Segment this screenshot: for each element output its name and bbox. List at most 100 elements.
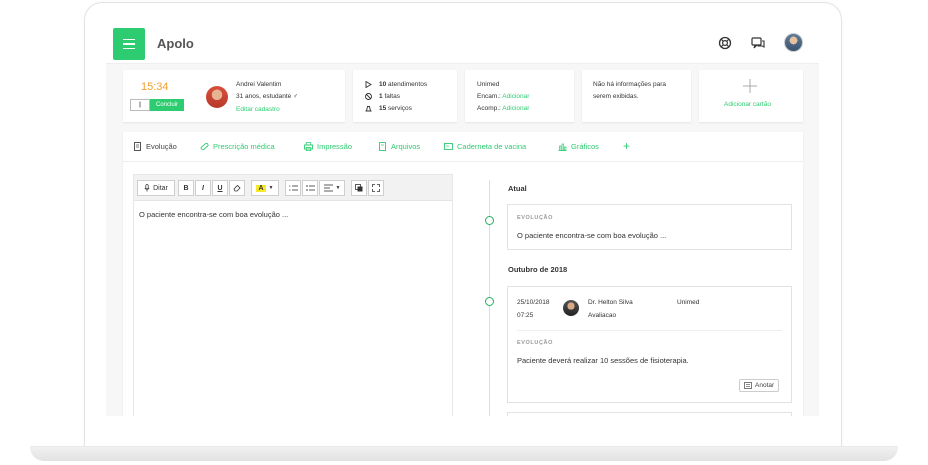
encam-add-link[interactable]: Adicionar (502, 93, 529, 100)
services-icon (365, 106, 372, 112)
highlight-button[interactable]: A ▼ (251, 180, 279, 196)
patient-name: Andrei Valentim (236, 81, 282, 88)
app-screen: Apolo 15:34 || Concluir Andrei Valentim … (106, 20, 819, 416)
files-icon (379, 142, 386, 151)
absences-label: faltas (384, 93, 400, 100)
tab-label: Caderneta de vacina (457, 142, 527, 151)
chevron-down-icon: ▼ (268, 185, 274, 191)
entry-category: Avaliacao (588, 312, 617, 319)
svg-text:2: 2 (289, 188, 291, 192)
editor-content[interactable]: O paciente encontra-se com boa evolução … (139, 210, 288, 219)
insurance-card: Unimed Encam.: Adicionar Acomp.: Adicion… (465, 70, 574, 122)
chevron-down-icon: ▼ (335, 185, 341, 191)
vaccine-card-icon (444, 143, 453, 150)
underline-button[interactable]: U (212, 180, 228, 196)
hamburger-icon-line (123, 43, 135, 45)
entry-date: 25/10/2018 (517, 299, 550, 306)
tab-caderneta[interactable]: Caderneta de vacina (444, 142, 526, 151)
next-entry-card (507, 412, 792, 416)
tab-graficos[interactable]: Gráficos (558, 142, 599, 151)
ordered-list-button[interactable]: 12 (285, 180, 301, 196)
attendances-label: atendimentos (388, 81, 428, 88)
tab-label: Evolução (146, 142, 177, 151)
annotate-label: Anotar (755, 382, 775, 389)
top-bar: Apolo (106, 20, 819, 64)
menu-button[interactable] (113, 28, 145, 60)
fullscreen-button[interactable] (368, 180, 384, 196)
patient-avatar (206, 86, 228, 108)
laptop-base (30, 447, 898, 461)
services-stat: 15 serviços (379, 105, 412, 112)
absences-stat: 1 faltas (379, 93, 400, 100)
tab-prescricao[interactable]: Prescrição médica (200, 142, 275, 151)
conclude-button[interactable]: Concluir (150, 99, 184, 111)
editor-toolbar: Ditar B I U A ▼ 12 ▼ (134, 175, 452, 201)
entry-time: 07:25 (517, 312, 534, 319)
doctor-name: Dr. Helton Silva (588, 299, 633, 306)
services-count: 15 (379, 105, 387, 112)
encam-label: Encam.: (477, 93, 501, 100)
entry-type-label: EVOLUÇÃO (517, 215, 553, 221)
month-heading: Outubro de 2018 (508, 265, 568, 274)
entry-insurance: Unimed (677, 299, 700, 306)
entry-card: 25/10/2018 07:25 Dr. Helton Silva Avalia… (507, 286, 792, 403)
info-card: Não há informações para serem exibidas. (582, 70, 691, 122)
pill-icon (200, 142, 209, 151)
evolution-editor[interactable]: Ditar B I U A ▼ 12 ▼ O paciente encontra… (133, 174, 453, 416)
main-panel: Evolução Prescrição médica Impressão Arq… (123, 132, 803, 416)
tab-label: Arquivos (391, 142, 421, 151)
italic-button[interactable]: I (195, 180, 211, 196)
user-avatar[interactable] (784, 33, 803, 52)
highlight-letter: A (256, 184, 266, 192)
encam-row: Encam.: Adicionar (477, 93, 529, 100)
app-title: Apolo (157, 36, 194, 51)
add-card-button[interactable]: Adicionar cartão (699, 70, 803, 122)
entry-type-label: EVOLUÇÃO (517, 340, 553, 346)
chart-icon (558, 143, 567, 151)
entry-text: Paciente deverá realizar 10 sessões de f… (517, 356, 689, 365)
edit-profile-link[interactable]: Editar cadastro (236, 106, 280, 113)
align-left-icon (323, 184, 333, 192)
bold-button[interactable]: B (178, 180, 194, 196)
pause-button[interactable]: || (130, 99, 150, 111)
services-label: serviços (388, 105, 412, 112)
paste-button[interactable] (351, 180, 367, 196)
tab-evolucao[interactable]: Evolução (133, 142, 177, 151)
attendances-stat: 10 atendimentos (379, 81, 427, 88)
bullet-list-button[interactable] (302, 180, 318, 196)
insurance-name: Unimed (477, 81, 500, 88)
info-text-line2: serem exibidas. (593, 93, 639, 100)
doctor-avatar (563, 300, 579, 316)
session-timer: 15:34 (141, 81, 169, 93)
printer-icon (304, 142, 313, 151)
chat-icon[interactable] (751, 36, 765, 50)
plus-icon (743, 79, 757, 93)
tab-label: Impressão (317, 142, 353, 151)
tab-arquivos[interactable]: Arquivos (378, 142, 420, 151)
tab-bar: Evolução Prescrição médica Impressão Arq… (123, 132, 803, 162)
align-button[interactable]: ▼ (319, 180, 345, 196)
support-icon[interactable] (718, 36, 732, 50)
current-heading: Atual (508, 184, 527, 193)
document-icon (134, 142, 141, 151)
annotate-button[interactable]: Anotar (739, 379, 780, 392)
dictate-button[interactable]: Ditar (137, 180, 175, 196)
eraser-icon (233, 184, 241, 192)
microphone-icon (144, 184, 150, 192)
block-icon (365, 93, 372, 100)
expand-icon (372, 184, 380, 192)
acomp-add-link[interactable]: Adicionar (502, 105, 529, 112)
current-entry-card[interactable]: EVOLUÇÃO O paciente encontra-se com boa … (507, 204, 792, 250)
hamburger-icon-line (123, 47, 135, 50)
eraser-button[interactable] (229, 180, 245, 196)
acomp-label: Acomp.: (477, 105, 501, 112)
timeline-dot (485, 297, 494, 306)
hamburger-icon-line (123, 38, 135, 41)
tab-impressao[interactable]: Impressão (304, 142, 352, 151)
patient-details: 31 anos, estudante ♂ (236, 93, 298, 100)
patient-card: 15:34 || Concluir Andrei Valentim 31 ano… (123, 70, 345, 122)
add-tab-button[interactable]: + (623, 139, 630, 153)
add-card-label: Adicionar cartão (724, 101, 771, 108)
dictate-label: Ditar (153, 184, 168, 192)
absences-count: 1 (379, 93, 383, 100)
